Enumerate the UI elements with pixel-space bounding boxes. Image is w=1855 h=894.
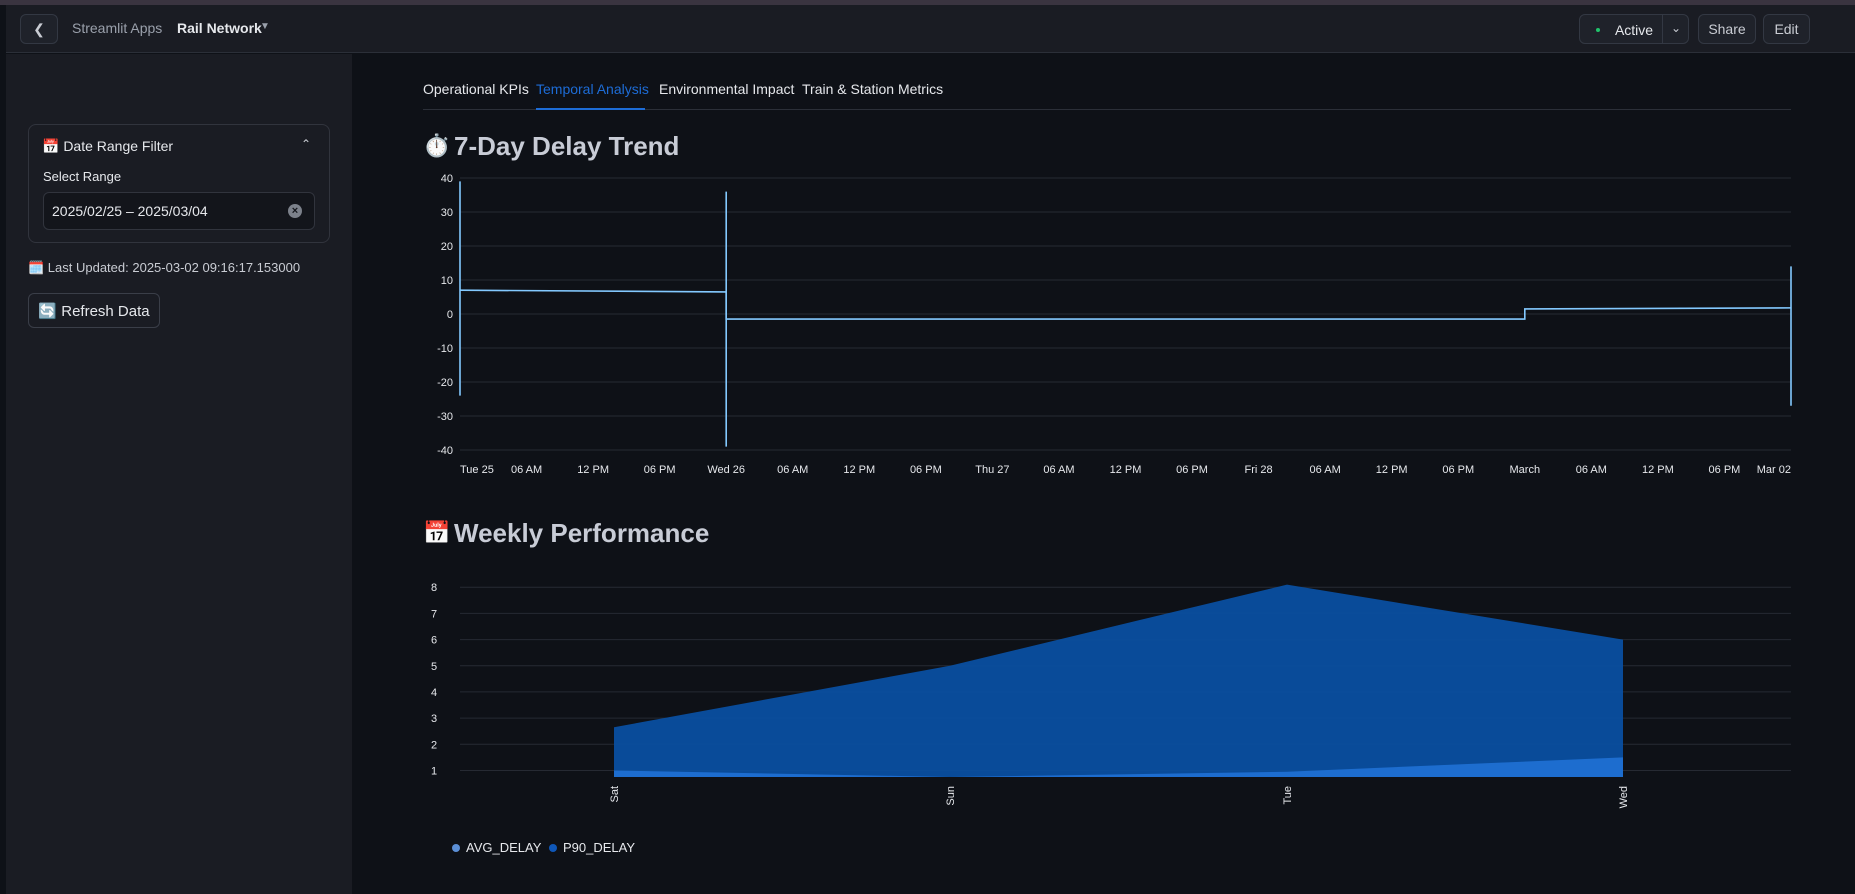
tab-temporal-analysis[interactable]: Temporal Analysis <box>536 81 649 97</box>
y-tick-label: -20 <box>437 377 453 389</box>
tab-train-station-metrics[interactable]: Train & Station Metrics <box>802 81 943 97</box>
delay-trend-title: 7-Day Delay Trend <box>454 131 680 161</box>
y-tick-label: 10 <box>441 275 453 287</box>
y-tick-label: 6 <box>431 635 437 647</box>
stopwatch-icon: ⏱️ <box>423 133 451 158</box>
status-dot-icon <box>1596 28 1600 32</box>
x-tick-label: 06 AM <box>511 464 542 476</box>
x-tick-label: 06 AM <box>1310 464 1341 476</box>
weekly-performance-title: Weekly Performance <box>454 518 710 548</box>
breadcrumb-apps[interactable]: Streamlit Apps <box>72 20 162 36</box>
y-tick-label: 1 <box>431 765 437 777</box>
chevron-left-icon: ❮ <box>33 20 45 37</box>
y-tick-label: 30 <box>441 207 453 219</box>
breadcrumb-app-name[interactable]: Rail Network <box>177 20 262 36</box>
chevron-down-icon[interactable]: ⌄ <box>1664 21 1688 35</box>
date-range-input[interactable]: 2025/02/25 – 2025/03/04 × <box>43 192 315 230</box>
expander-title[interactable]: 📅 Date Range Filter <box>42 138 173 155</box>
y-tick-label: 4 <box>431 687 437 699</box>
x-tick-label: 06 PM <box>1442 464 1474 476</box>
x-tick-label: 06 PM <box>644 464 676 476</box>
tab-operational-kpis[interactable]: Operational KPIs <box>423 81 529 97</box>
y-tick-label: 5 <box>431 661 437 673</box>
y-tick-label: 7 <box>431 608 437 620</box>
x-tick-label: 12 PM <box>843 464 875 476</box>
refresh-button[interactable]: 🔄 Refresh Data <box>28 293 160 328</box>
back-button[interactable]: ❮ <box>20 14 58 44</box>
active-tab-indicator <box>536 108 645 110</box>
status-label: Active <box>1614 22 1654 38</box>
y-tick-label: 20 <box>441 241 453 253</box>
x-tick-label: 06 AM <box>1043 464 1074 476</box>
x-tick-label: Mar 02 <box>1757 464 1791 476</box>
select-range-label: Select Range <box>43 169 122 184</box>
y-tick-label: 40 <box>441 173 453 185</box>
legend-item-avg-delay[interactable]: AVG_DELAY <box>452 840 541 855</box>
x-tick-label: Fri 28 <box>1245 464 1273 476</box>
x-tick-label: 06 PM <box>1709 464 1741 476</box>
x-tick-label: 12 PM <box>577 464 609 476</box>
delay-trend-line <box>459 289 1792 320</box>
x-tick-label: Sun <box>945 786 957 806</box>
y-tick-label: 8 <box>431 582 437 594</box>
x-tick-label: 12 PM <box>1376 464 1408 476</box>
edit-button[interactable]: Edit <box>1763 14 1810 44</box>
y-tick-label: 3 <box>431 713 437 725</box>
x-tick-label: 06 AM <box>1576 464 1607 476</box>
status-button[interactable]: Active ⌄ <box>1579 14 1689 44</box>
legend-label-p90-delay: P90_DELAY <box>563 840 636 855</box>
tab-environmental-impact[interactable]: Environmental Impact <box>659 81 794 97</box>
x-tick-label: 06 AM <box>777 464 808 476</box>
x-tick-label: Wed 26 <box>707 464 745 476</box>
legend-dot-icon <box>549 843 557 852</box>
legend-item-p90-delay[interactable]: P90_DELAY <box>549 840 635 855</box>
x-tick-label: Tue 25 <box>460 464 494 476</box>
status-divider <box>1662 15 1663 43</box>
y-tick-label: -30 <box>437 411 453 423</box>
x-tick-label: Thu 27 <box>975 464 1009 476</box>
y-tick-label: 2 <box>431 739 437 751</box>
x-tick-label: 06 PM <box>1176 464 1208 476</box>
x-tick-label: Sat <box>609 786 621 803</box>
share-button[interactable]: Share <box>1698 14 1756 44</box>
caret-down-icon[interactable]: ▼ <box>260 21 270 32</box>
calendar-icon: 📅 <box>423 520 451 545</box>
x-tick-label: March <box>1510 464 1541 476</box>
x-tick-label: Tue <box>1282 786 1294 805</box>
x-tick-label: 12 PM <box>1642 464 1674 476</box>
tab-bar: Operational KPIs Temporal Analysis Envir… <box>423 80 1791 110</box>
legend-dot-icon <box>452 843 460 852</box>
y-tick-label: -40 <box>437 445 453 457</box>
date-range-value: 2025/02/25 – 2025/03/04 <box>52 203 208 219</box>
weekly-performance-chart[interactable]: 8 7 6 5 4 3 2 1 Sat Sun Tue Wed <box>423 572 1793 822</box>
x-tick-label: 12 PM <box>1110 464 1142 476</box>
delay-trend-chart[interactable]: 40 30 20 10 0 -10 -20 -30 -40 Tue 25 06 AM 12 PM 06 … <box>423 168 1793 486</box>
legend-label-avg-delay: AVG_DELAY <box>466 840 542 855</box>
clear-icon[interactable]: × <box>288 204 302 218</box>
y-tick-label: 0 <box>447 309 453 321</box>
x-tick-label: 06 PM <box>910 464 942 476</box>
chevron-up-icon[interactable]: ⌃ <box>301 137 311 151</box>
x-tick-label: Wed <box>1618 786 1630 808</box>
app-header: ❮ Streamlit Apps Rail Network ▼ Active ⌄… <box>6 5 1855 53</box>
date-range-expander[interactable]: 📅 Date Range Filter ⌃ Select Range 2025/… <box>28 124 330 243</box>
y-tick-label: -10 <box>437 343 453 355</box>
last-updated-text: 🗓️ Last Updated: 2025-03-02 09:16:17.153… <box>28 260 301 275</box>
